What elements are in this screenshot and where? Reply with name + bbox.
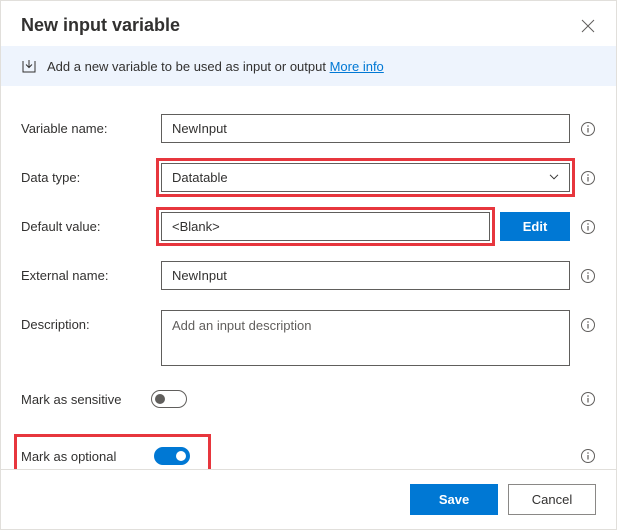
data-type-select[interactable]	[161, 163, 570, 192]
close-button[interactable]	[580, 18, 596, 34]
info-icon[interactable]	[580, 268, 596, 284]
info-icon[interactable]	[580, 317, 596, 333]
row-default-value: Default value: Edit	[21, 212, 596, 241]
mark-optional-toggle[interactable]	[154, 447, 190, 465]
edit-button[interactable]: Edit	[500, 212, 570, 241]
info-banner: Add a new variable to be used as input o…	[1, 46, 616, 86]
banner-text: Add a new variable to be used as input o…	[47, 59, 384, 74]
data-type-value[interactable]	[161, 163, 570, 192]
row-data-type: Data type:	[21, 163, 596, 192]
external-name-input[interactable]	[161, 261, 570, 290]
info-icon[interactable]	[580, 170, 596, 186]
label-external-name: External name:	[21, 261, 151, 283]
download-icon	[21, 58, 37, 74]
variable-name-input[interactable]	[161, 114, 570, 143]
save-button[interactable]: Save	[410, 484, 498, 515]
info-icon[interactable]	[580, 448, 596, 464]
dialog-footer: Save Cancel	[1, 469, 616, 529]
description-input[interactable]	[161, 310, 570, 366]
default-value-input[interactable]	[161, 212, 490, 241]
info-icon[interactable]	[580, 391, 596, 407]
label-description: Description:	[21, 310, 151, 332]
toggle-knob	[155, 394, 165, 404]
row-external-name: External name:	[21, 261, 596, 290]
label-mark-sensitive: Mark as sensitive	[21, 392, 151, 407]
label-default-value: Default value:	[21, 212, 151, 234]
row-variable-name: Variable name:	[21, 114, 596, 143]
label-variable-name: Variable name:	[21, 114, 151, 136]
cancel-button[interactable]: Cancel	[508, 484, 596, 515]
info-icon[interactable]	[580, 219, 596, 235]
mark-sensitive-toggle[interactable]	[151, 390, 187, 408]
dialog-title: New input variable	[21, 15, 180, 36]
row-description: Description:	[21, 310, 596, 366]
label-data-type: Data type:	[21, 163, 151, 185]
more-info-link[interactable]: More info	[330, 59, 384, 74]
row-mark-sensitive: Mark as sensitive	[21, 386, 596, 412]
toggle-knob	[176, 451, 186, 461]
label-mark-optional: Mark as optional	[21, 449, 154, 464]
info-icon[interactable]	[580, 121, 596, 137]
form-area: Variable name: Data type: Default value:…	[1, 86, 616, 482]
dialog-header: New input variable	[1, 1, 616, 46]
close-icon	[581, 19, 595, 33]
